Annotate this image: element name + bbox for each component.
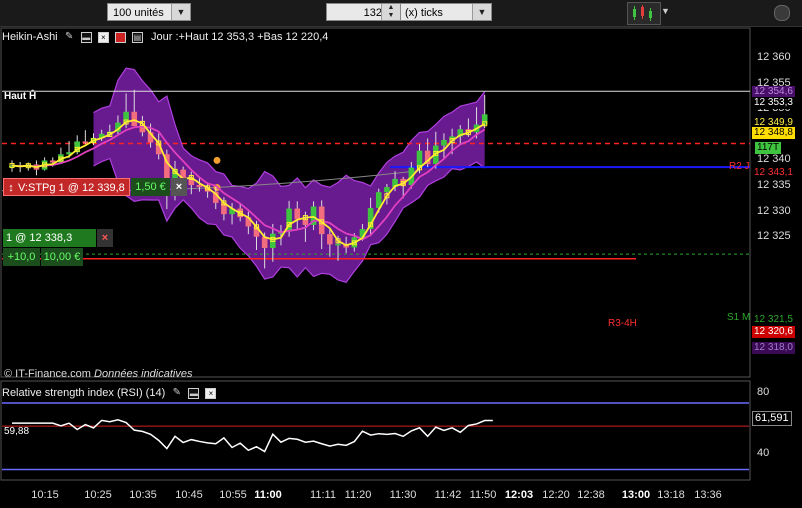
chart-info: Jour :+Haut 12 353,3 +Bas 12 220,4 — [151, 31, 329, 43]
price-tick-label: 12 335 — [757, 179, 791, 191]
bollinger-band — [93, 67, 486, 284]
ticks-unit-select[interactable]: (x) ticks ▼ — [400, 3, 492, 21]
time-tick-label: 13:00 — [621, 489, 651, 501]
stop-order-text: V:STPg 1 @ 12 339,8 — [18, 182, 125, 194]
settings-icon[interactable]: ▤ — [131, 31, 143, 43]
band-area — [93, 68, 485, 283]
copyright-text: © IT-Finance.com Données indicatives — [4, 368, 192, 380]
s1-label: S1 M — [727, 312, 751, 323]
chart-style-icon[interactable] — [627, 2, 661, 25]
candle-body — [335, 243, 341, 246]
candle-body — [82, 141, 89, 143]
chevron-down-icon[interactable]: ▼ — [472, 4, 491, 20]
time-tick-label: 11:11 — [310, 489, 336, 501]
r2-value-tag: 12 343,1 — [752, 167, 795, 179]
time-tick-label: 10:15 — [31, 489, 59, 501]
chevron-down-icon[interactable]: ▼ — [661, 6, 670, 16]
price-tick-label: 12 360 — [757, 51, 791, 63]
time-tick-label: 12:03 — [504, 489, 534, 501]
price-tick-label: 12 325 — [757, 230, 791, 243]
r3-value-tag: 12 320,6 — [752, 326, 795, 338]
haut-label: Haut Ĥ — [4, 91, 37, 102]
rsi-line — [12, 418, 493, 453]
copyright: © IT-Finance.com — [4, 368, 91, 380]
chevron-down-icon[interactable]: ▼ — [171, 4, 190, 20]
minimize-icon[interactable]: ▬ — [188, 387, 200, 399]
rsi-left-value: 59,88 — [4, 426, 30, 437]
candle-body — [294, 208, 301, 220]
r2-label: R2 J — [729, 161, 750, 172]
chart-header: Heikin-Ashi ✎ ▬ × ▤ Jour :+Haut 12 353,3… — [2, 30, 329, 44]
chart-canvas — [0, 27, 751, 481]
trade-icon[interactable] — [114, 31, 126, 43]
position-label[interactable]: 1 @ 12 338,3 (RL) — [3, 229, 96, 262]
candle-body — [302, 219, 309, 225]
rsi-chart — [2, 402, 749, 471]
candle-body — [327, 234, 333, 245]
time-tick-label: 10:55 — [219, 489, 247, 501]
rsi-title[interactable]: Relative strength index (RSI) (14) — [2, 387, 165, 399]
window-control-icon[interactable] — [774, 5, 790, 21]
rsi-header: Relative strength index (RSI) (14) ✎ ▬ × — [2, 386, 217, 400]
position-pnl-eur: 10,00 € — [41, 248, 83, 266]
close-icon[interactable]: × — [97, 31, 109, 43]
r3-label: R3-4H — [608, 318, 637, 329]
ticks-value: 132 — [363, 7, 382, 19]
close-icon[interactable]: × — [171, 178, 187, 196]
s1-value-tag: 12 321,5 — [752, 314, 795, 326]
time-tick-label: 10:25 — [84, 489, 112, 501]
ticks-count-tag: 117T — [755, 142, 782, 154]
time-tick-label: 12:38 — [577, 489, 605, 501]
last-price-tag: 12 348,8 — [752, 127, 795, 139]
stop-order-label[interactable]: ↕ V:STPg 1 @ 12 339,8 — [3, 178, 130, 196]
rsi-tick-80: 80 — [757, 386, 770, 398]
time-tick-label: 10:35 — [129, 489, 157, 501]
quantity-select[interactable]: 100 unités ▼ — [107, 3, 191, 21]
band-bottom-tag: 12 318,0 — [752, 342, 795, 354]
time-tick-label: 11:30 — [389, 489, 417, 501]
day-high-tag: 12 353,3 — [752, 97, 795, 109]
wrench-icon[interactable]: ✎ — [171, 387, 182, 399]
close-position-icon[interactable]: × — [97, 229, 113, 247]
time-tick-label: 12:20 — [542, 489, 570, 501]
time-tick-label: 13:36 — [694, 489, 722, 501]
time-tick-label: 11:20 — [344, 489, 372, 501]
rsi-tick-40: 40 — [757, 447, 770, 459]
disclaimer: Données indicatives — [94, 368, 193, 380]
stop-marker — [213, 156, 221, 164]
time-tick-label: 11:00 — [254, 489, 282, 501]
time-tick-label: 11:42 — [434, 489, 462, 501]
close-icon[interactable]: × — [205, 387, 217, 399]
time-tick-label: 13:18 — [657, 489, 685, 501]
price-tick-label: 12 330 — [757, 204, 791, 217]
candle-body — [384, 187, 390, 193]
rsi-current-value: 61,591 — [752, 411, 792, 426]
ticks-stepper[interactable]: 132 ▲ ▼ — [326, 3, 401, 21]
price-tick-label: 12 340 — [757, 153, 791, 166]
top-toolbar: 100 unités ▼ 132 ▲ ▼ (x) ticks ▼ ▼ — [0, 0, 802, 27]
minimize-icon[interactable]: ▬ — [80, 31, 92, 43]
ticks-unit-value: (x) ticks — [405, 7, 443, 19]
candle-body — [441, 139, 447, 146]
stop-order-pnl: 1,50 € — [131, 178, 170, 196]
position-pnl-points: +10,0 — [3, 248, 40, 266]
quantity-value: 100 unités — [113, 7, 164, 19]
chart-type-label[interactable]: Heikin-Ashi — [2, 31, 58, 43]
candle-body — [131, 111, 138, 127]
wrench-icon[interactable]: ✎ — [64, 31, 75, 43]
time-tick-label: 10:45 — [175, 489, 203, 501]
time-tick-label: 11:50 — [469, 489, 497, 501]
drag-arrows-icon[interactable]: ↕ — [4, 179, 18, 197]
stepper-arrows-icon[interactable]: ▲ ▼ — [381, 4, 400, 20]
